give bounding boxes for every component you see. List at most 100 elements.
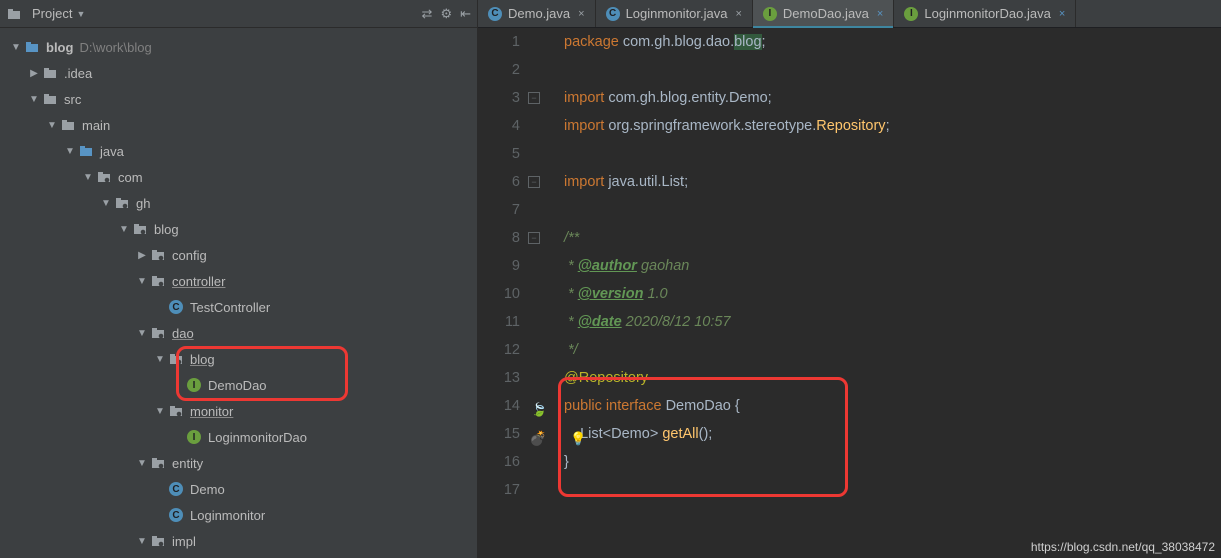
code-line[interactable]: * @author gaohan [564,252,1221,280]
tree-row[interactable]: ▼blogD:\work\blog [0,34,477,60]
fold-marker[interactable]: − [528,176,540,188]
tree-row[interactable]: CTestController [0,294,477,320]
expand-arrow-icon[interactable]: ▼ [26,94,42,105]
expand-arrow-icon[interactable]: ▼ [152,406,168,417]
watermark-text: https://blog.csdn.net/qq_38038472 [1031,540,1215,554]
tree-row[interactable]: CDemo [0,476,477,502]
class-icon: C [488,7,502,21]
close-tab-icon[interactable]: × [578,8,584,20]
editor-panel: CDemo.java×CLoginmonitor.java×IDemoDao.j… [478,0,1221,558]
code-editor[interactable]: 1234567891011121314151617 − − − 🍃 💣 💡 pa… [478,28,1221,558]
tree-row[interactable]: ▼blog [0,216,477,242]
line-number: 17 [478,476,520,504]
expand-arrow-icon[interactable]: ▼ [134,328,150,339]
code-line[interactable]: import com.gh.blog.entity.Demo; [564,84,1221,112]
code-line[interactable]: package com.gh.blog.dao.blog; [564,28,1221,56]
line-number: 16 [478,448,520,476]
expand-arrow-icon[interactable]: ▼ [116,224,132,235]
interface-icon: I [763,7,777,21]
editor-tab[interactable]: ILoginmonitorDao.java× [894,0,1076,27]
tree-row[interactable]: CLoginmonitor [0,502,477,528]
class-icon: C [168,507,184,523]
tree-row[interactable]: ▼java [0,138,477,164]
expand-arrow-icon[interactable]: ▼ [8,42,24,53]
tree-row[interactable]: ▼entity [0,450,477,476]
flatten-icon[interactable]: ⇄ [422,6,433,22]
intention-bulb-icon[interactable]: 💡 [570,425,586,453]
code-line[interactable]: /** [564,224,1221,252]
code-line[interactable] [564,476,1221,504]
tree-row[interactable]: ▼monitor [0,398,477,424]
line-number: 10 [478,280,520,308]
tree-node-label: config [172,248,207,263]
close-tab-icon[interactable]: × [1059,8,1065,20]
editor-tab[interactable]: C Loginmonitor.java × [596,0,753,27]
code-line[interactable] [564,56,1221,84]
tab-label: Loginmonitor.java [626,6,728,21]
breakpoint-icon[interactable]: 💣 [529,424,546,452]
tree-row[interactable]: IDemoDao [0,372,477,398]
tree-row[interactable]: ▼src [0,86,477,112]
spring-bean-icon[interactable]: 🍃 [531,396,547,424]
tree-row[interactable]: ▼main [0,112,477,138]
expand-arrow-icon[interactable]: ▼ [134,458,150,469]
expand-arrow-icon[interactable]: ▶ [134,250,150,261]
expand-arrow-icon[interactable]: ▼ [134,536,150,547]
code-line[interactable]: List<Demo> getAll(); [564,420,1221,448]
class-icon: C [606,7,620,21]
tree-row[interactable]: ▶ config [0,242,477,268]
package-icon [150,455,166,471]
code-line[interactable]: import org.springframework.stereotype.Re… [564,112,1221,140]
code-line[interactable]: */ [564,336,1221,364]
tree-row[interactable]: ILoginmonitorDao [0,424,477,450]
line-number: 4 [478,112,520,140]
tree-node-label: controller [172,274,225,289]
line-number: 9 [478,252,520,280]
fold-marker[interactable]: − [528,232,540,244]
gutter-icons: − − − 🍃 💣 [528,28,552,558]
tree-row[interactable]: ▼ impl [0,528,477,554]
editor-tab[interactable]: IDemoDao.java× [753,0,894,27]
expand-arrow-icon[interactable]: ▼ [80,172,96,183]
code-line[interactable]: @Repository [564,364,1221,392]
tree-row[interactable]: ▶ .idea [0,60,477,86]
tree-row[interactable]: ▼gh [0,190,477,216]
folder-icon [42,65,58,81]
tree-node-label: impl [172,534,196,549]
editor-tab[interactable]: CDemo.java× [478,0,596,27]
close-tab-icon[interactable]: × [735,8,741,20]
expand-arrow-icon[interactable]: ▶ [26,68,42,79]
expand-arrow-icon[interactable]: ▼ [98,198,114,209]
project-view-selector[interactable]: Project ▼ [6,6,85,22]
tree-node-label: com [118,170,143,185]
line-number: 5 [478,140,520,168]
gutter-line-numbers: 1234567891011121314151617 [478,28,528,558]
expand-arrow-icon[interactable]: ▼ [134,276,150,287]
expand-arrow-icon[interactable]: ▼ [44,120,60,131]
code-area[interactable]: 💡 package com.gh.blog.dao.blog; import co… [552,28,1221,558]
tree-row[interactable]: ▼ com [0,164,477,190]
code-line[interactable] [564,140,1221,168]
collapse-all-icon[interactable]: ⇤ [460,6,471,22]
code-line[interactable]: } [564,448,1221,476]
close-tab-icon[interactable]: × [877,8,883,20]
code-line[interactable]: import java.util.List; [564,168,1221,196]
code-line[interactable]: * @date 2020/8/12 10:57 [564,308,1221,336]
project-tree[interactable]: ▼blogD:\work\blog▶.idea▼src▼main▼java▼co… [0,28,477,554]
tree-row[interactable]: ▼ blog [0,346,477,372]
expand-arrow-icon[interactable]: ▼ [152,354,168,365]
code-line[interactable]: * @version 1.0 [564,280,1221,308]
tree-node-label: blog [46,40,73,55]
code-line[interactable] [564,196,1221,224]
line-number: 14 [478,392,520,420]
gear-icon[interactable]: ⚙ [440,6,452,22]
interface-icon: I [186,377,202,393]
tree-row[interactable]: ▼ controller [0,268,477,294]
expand-arrow-icon[interactable]: ▼ [62,146,78,157]
fold-marker[interactable]: − [528,92,540,104]
tree-node-label: .idea [64,66,92,81]
code-line[interactable]: public interface DemoDao { [564,392,1221,420]
tree-node-label: blog [190,352,215,367]
tree-row[interactable]: ▼dao [0,320,477,346]
project-icon [6,6,22,22]
